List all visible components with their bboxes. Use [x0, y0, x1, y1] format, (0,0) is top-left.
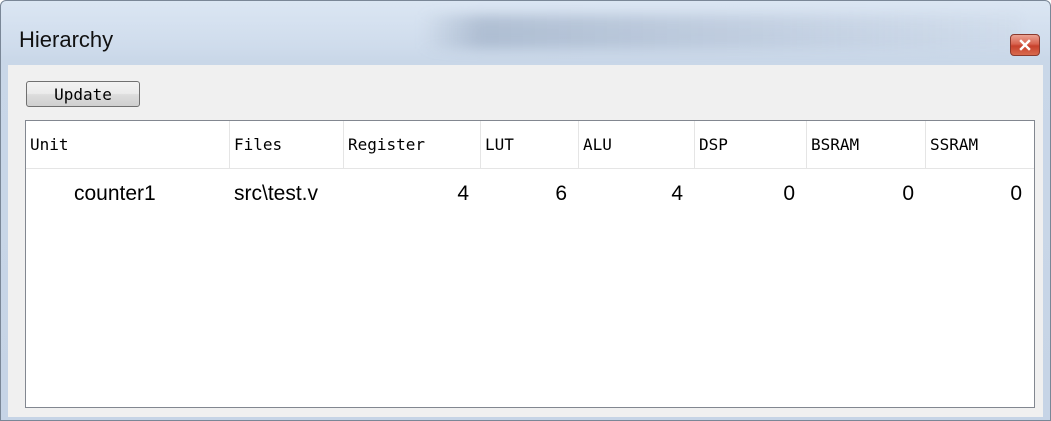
column-header-register[interactable]: Register — [344, 121, 481, 168]
cell-bsram: 0 — [902, 182, 914, 205]
column-header-dsp[interactable]: DSP — [695, 121, 807, 168]
cell-alu: 4 — [671, 182, 683, 205]
table-header: Unit Files Register LUT ALU DSP BSRAM SS… — [26, 121, 1034, 169]
title-bar[interactable]: Hierarchy — [1, 1, 1050, 59]
title-bar-background-blur — [421, 15, 1021, 49]
column-header-lut[interactable]: LUT — [481, 121, 579, 168]
hierarchy-table[interactable]: Unit Files Register LUT ALU DSP BSRAM SS… — [25, 120, 1035, 408]
column-header-bsram[interactable]: BSRAM — [807, 121, 926, 168]
column-header-files[interactable]: Files — [230, 121, 344, 168]
column-header-unit[interactable]: Unit — [26, 121, 230, 168]
close-button[interactable] — [1010, 34, 1040, 56]
update-button[interactable]: Update — [26, 81, 140, 107]
cell-files: src\test.v — [234, 182, 319, 205]
cell-register: 4 — [457, 182, 469, 205]
column-header-alu[interactable]: ALU — [579, 121, 695, 168]
close-icon — [1019, 39, 1031, 51]
cell-unit: counter1 — [74, 182, 156, 205]
window-title: Hierarchy — [19, 27, 114, 52]
cell-lut: 6 — [555, 182, 567, 205]
cell-ssram: 0 — [1010, 182, 1022, 205]
table-row[interactable]: counter1 src\test.v 4 6 4 0 0 0 — [26, 169, 1034, 219]
cell-dsp: 0 — [783, 182, 795, 205]
column-header-ssram[interactable]: SSRAM — [926, 121, 1034, 168]
